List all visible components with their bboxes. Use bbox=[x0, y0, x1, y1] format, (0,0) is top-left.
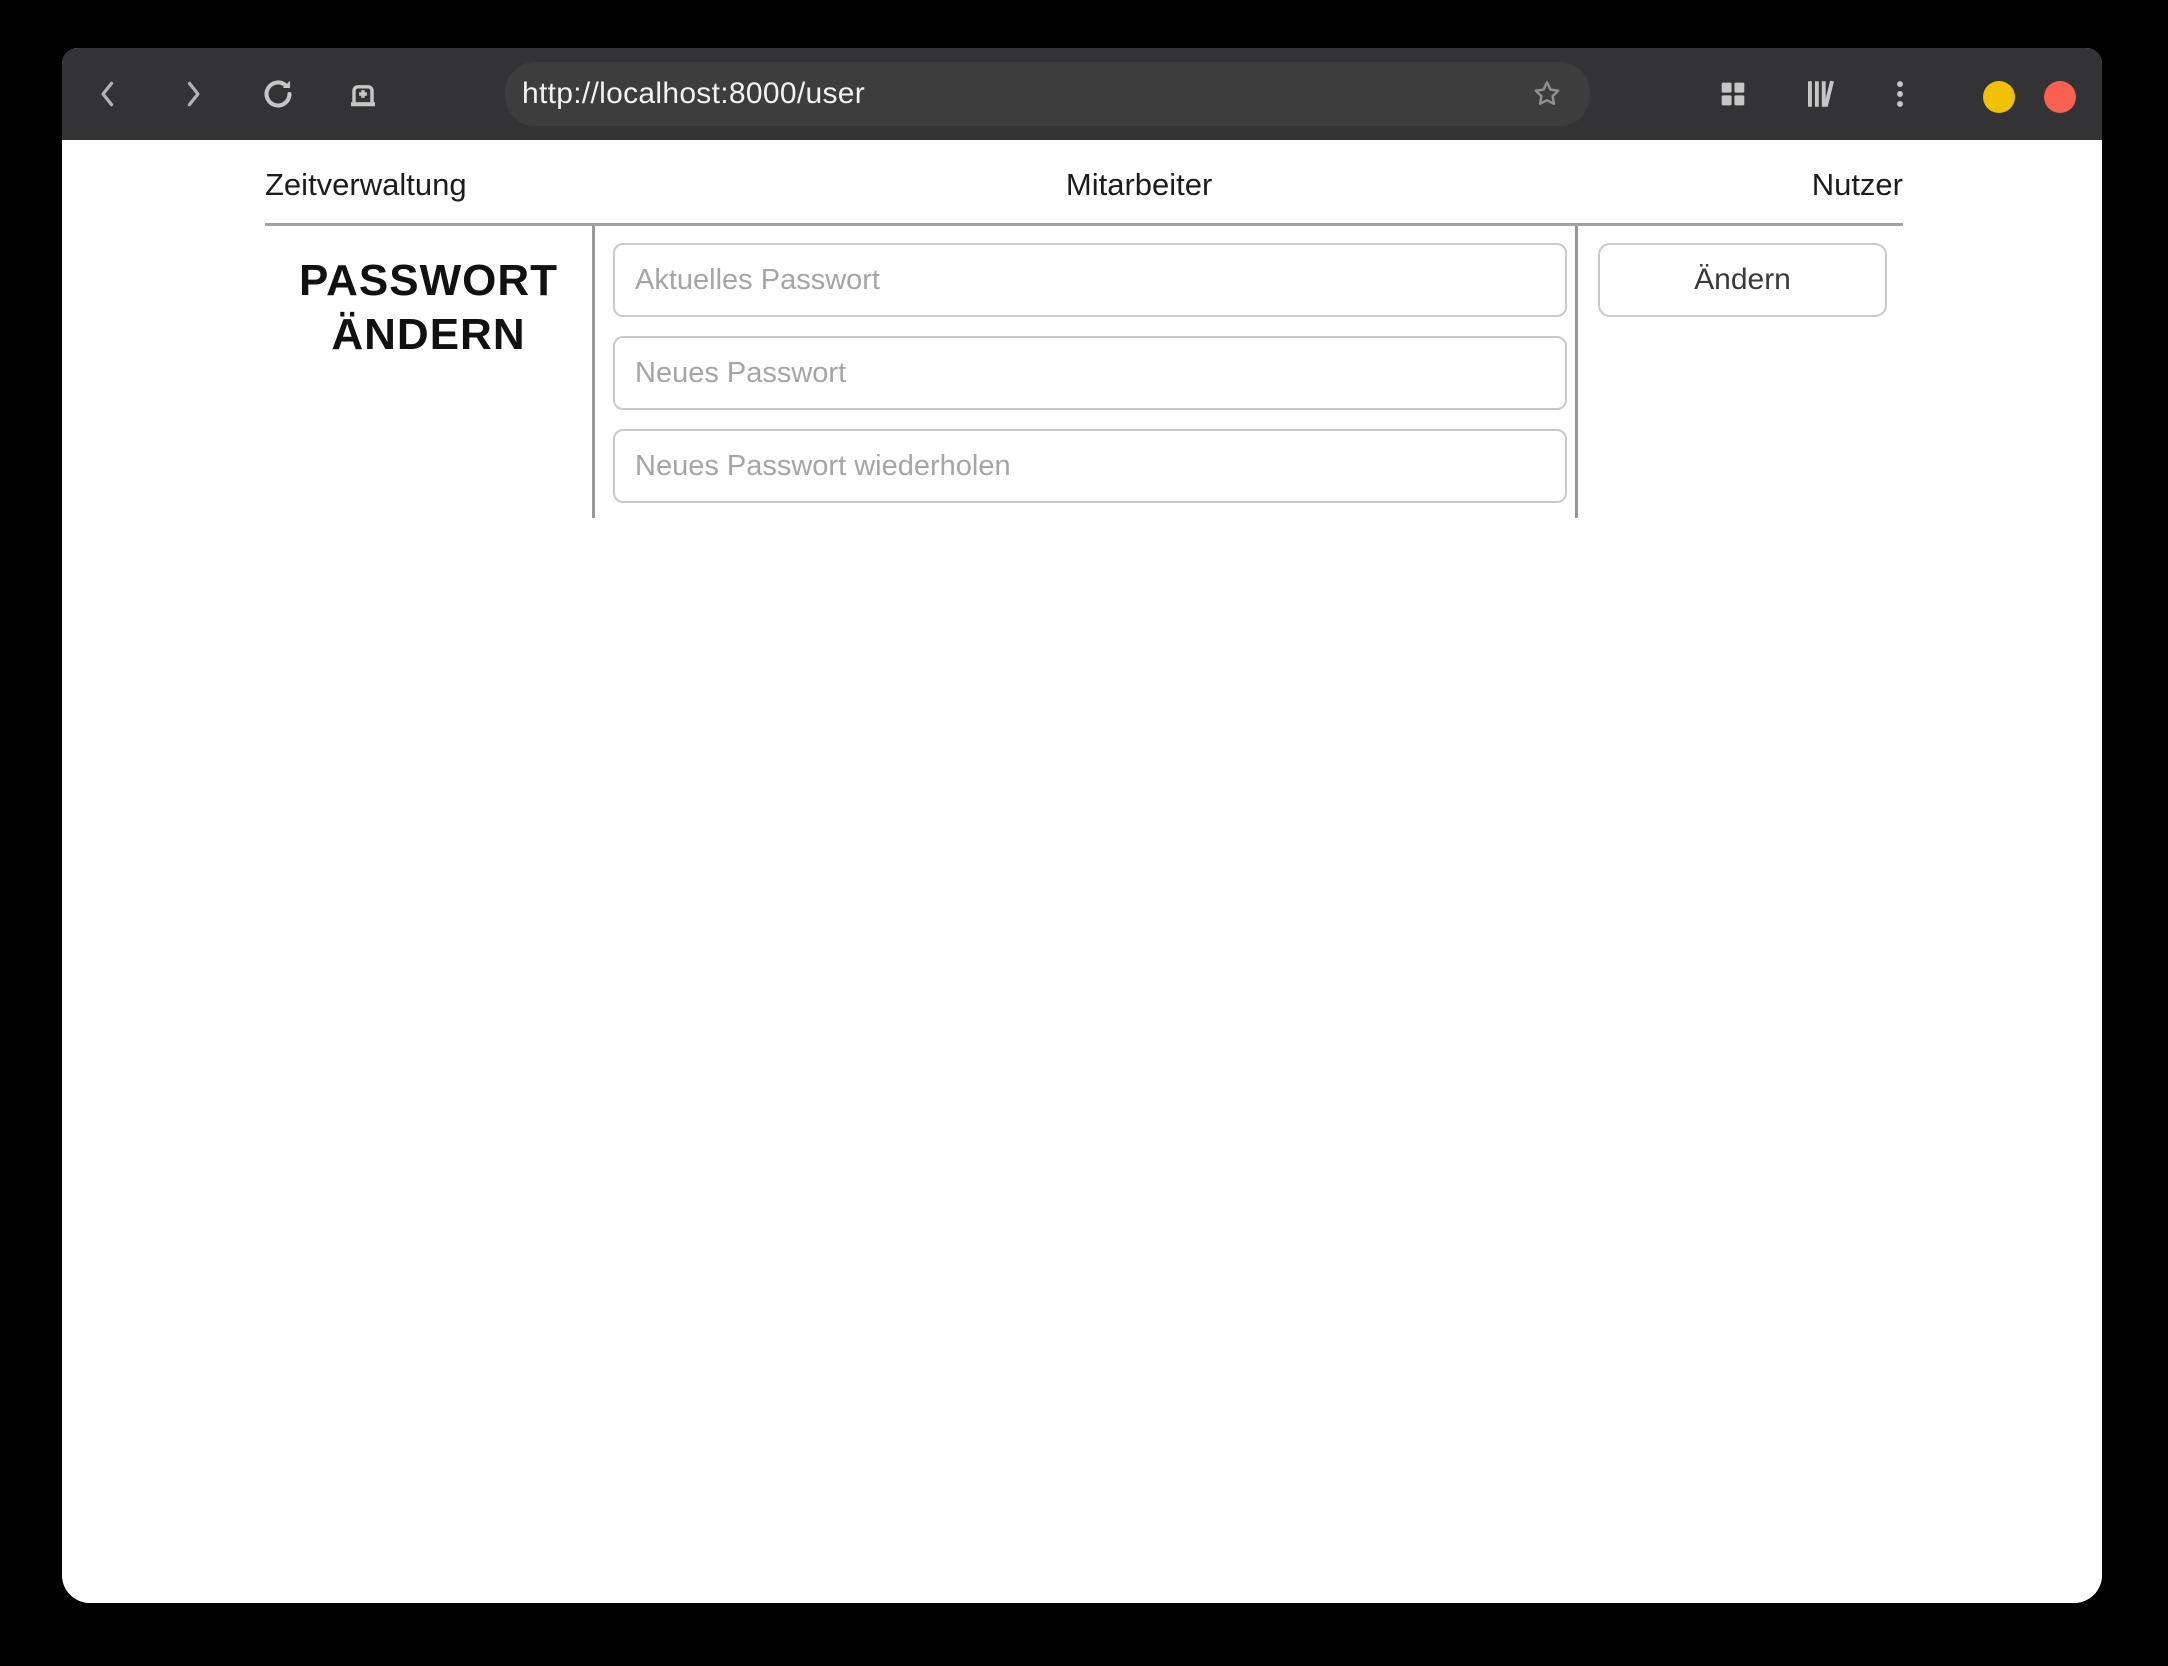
nav-item-zeitverwaltung[interactable]: Zeitverwaltung bbox=[265, 167, 467, 203]
library-icon bbox=[1802, 76, 1838, 112]
forward-icon bbox=[176, 77, 210, 111]
url-text: http://localhost:8000/user bbox=[522, 77, 866, 110]
new-tab-button[interactable] bbox=[343, 74, 383, 114]
password-heading-column: PASSWORT ÄNDERN bbox=[265, 226, 592, 518]
password-action-column: Ändern bbox=[1575, 226, 1903, 518]
url-bar[interactable]: http://localhost:8000/user bbox=[505, 62, 1590, 126]
password-heading-line2: ÄNDERN bbox=[331, 310, 526, 359]
password-heading-line1: PASSWORT bbox=[299, 256, 558, 305]
change-password-button[interactable]: Ändern bbox=[1598, 243, 1887, 317]
bookmark-star-button[interactable] bbox=[1530, 77, 1564, 111]
reload-icon bbox=[259, 75, 297, 113]
bookmark-star-icon bbox=[1530, 77, 1564, 111]
new-password-input[interactable] bbox=[613, 336, 1567, 410]
reload-button[interactable] bbox=[258, 74, 298, 114]
page-content: Zeitverwaltung Mitarbeiter Nutzer PASSWO… bbox=[62, 140, 2102, 1603]
new-tab-icon bbox=[345, 76, 381, 112]
minimize-button[interactable] bbox=[1983, 81, 2015, 113]
password-change-section: PASSWORT ÄNDERN Ändern bbox=[265, 226, 1903, 518]
back-icon bbox=[91, 77, 125, 111]
nav-item-mitarbeiter[interactable]: Mitarbeiter bbox=[1066, 167, 1212, 203]
current-password-input[interactable] bbox=[613, 243, 1567, 317]
password-fields-column bbox=[592, 226, 1575, 518]
browser-window: http://localhost:8000/user Zeitverwaltun… bbox=[62, 48, 2102, 1603]
forward-button[interactable] bbox=[173, 74, 213, 114]
tab-overview-button[interactable] bbox=[1713, 74, 1753, 114]
kebab-menu-icon bbox=[1883, 77, 1917, 111]
library-button[interactable] bbox=[1800, 74, 1840, 114]
browser-toolbar: http://localhost:8000/user bbox=[62, 48, 2102, 140]
back-button[interactable] bbox=[88, 74, 128, 114]
menu-button[interactable] bbox=[1880, 74, 1920, 114]
close-button[interactable] bbox=[2044, 81, 2076, 113]
nav-item-nutzer[interactable]: Nutzer bbox=[1812, 167, 1903, 203]
main-nav: Zeitverwaltung Mitarbeiter Nutzer bbox=[265, 140, 1903, 223]
repeat-password-input[interactable] bbox=[613, 429, 1567, 503]
tab-grid-icon bbox=[1716, 77, 1750, 111]
toolbar-nav-group bbox=[88, 74, 383, 114]
